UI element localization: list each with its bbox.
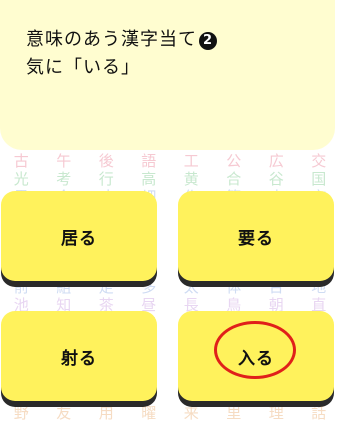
background-kanji-char: 午: [56, 152, 72, 170]
background-kanji-char: 里: [226, 404, 242, 421]
question-number-badge: 2: [199, 32, 217, 50]
correct-answer-circle: [214, 321, 296, 379]
background-kanji-char: 国: [311, 170, 327, 188]
answer-label: 居る: [61, 228, 97, 249]
background-kanji-char: 話: [311, 404, 327, 421]
background-kanji-char: 用: [98, 404, 114, 421]
answer-button-2[interactable]: 要る: [178, 191, 334, 281]
background-kanji-char: 曜: [141, 404, 157, 421]
background-kanji-char: 走: [98, 278, 114, 296]
question-panel: 意味のあう漢字当て 2 気に「いる」: [0, 0, 335, 150]
background-kanji-char: 体: [226, 278, 242, 296]
background-kanji-char: 谷: [268, 170, 284, 188]
background-kanji-char: 公: [226, 152, 242, 170]
background-kanji-row: 光考行高黄合谷国: [0, 172, 340, 187]
background-kanji-char: 古: [13, 152, 29, 170]
question-title: 意味のあう漢字当て 2: [26, 26, 335, 54]
background-kanji-char: 友: [56, 404, 72, 421]
background-kanji-char: 交: [311, 152, 327, 170]
background-kanji-char: 台: [268, 278, 284, 296]
background-kanji-char: 行: [98, 170, 114, 188]
answer-button-1[interactable]: 居る: [1, 191, 157, 281]
background-kanji-char: 来: [183, 404, 199, 421]
background-kanji-char: 語: [141, 152, 157, 170]
background-kanji-row: 野友用曜来里理話: [0, 406, 340, 421]
question-prompt: 気に「いる」: [26, 57, 140, 78]
background-kanji-char: 広: [268, 152, 284, 170]
answer-label: 要る: [238, 228, 274, 249]
background-kanji-char: 考: [56, 170, 72, 188]
background-kanji-row: 前組走多太体台地: [0, 280, 340, 295]
background-kanji-char: 太: [183, 278, 199, 296]
question-title-text: 意味のあう漢字当て: [26, 29, 197, 50]
answer-button-3[interactable]: 射る: [1, 311, 157, 401]
background-kanji-char: 工: [183, 152, 199, 170]
background-kanji-char: 黄: [183, 170, 199, 188]
background-kanji-char: 多: [141, 278, 157, 296]
background-kanji-char: 組: [56, 278, 72, 296]
background-kanji-char: 高: [141, 170, 157, 188]
background-kanji-char: 前: [13, 278, 29, 296]
background-kanji-char: 後: [98, 152, 114, 170]
answer-label: 射る: [61, 348, 97, 369]
background-kanji-char: 地: [311, 278, 327, 296]
background-kanji-char: 合: [226, 170, 242, 188]
background-kanji-row: 古午後語工公広交: [0, 154, 340, 169]
background-kanji-char: 理: [268, 404, 284, 421]
background-kanji-char: 光: [13, 170, 29, 188]
background-kanji-char: 野: [13, 404, 29, 421]
